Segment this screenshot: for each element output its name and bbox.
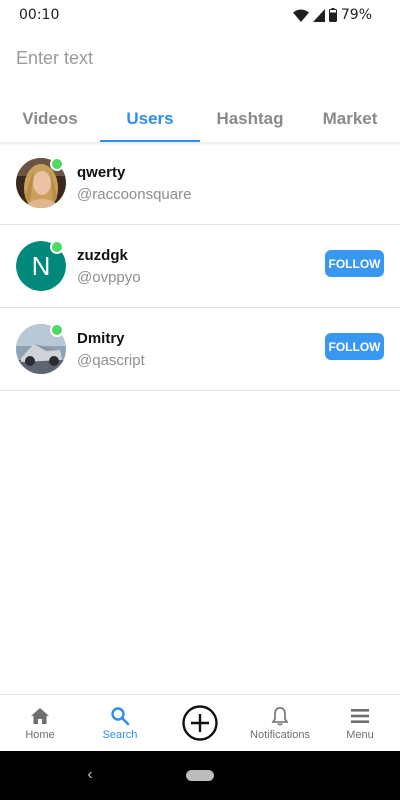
search-input[interactable] xyxy=(16,47,384,69)
nav-search[interactable]: Search xyxy=(80,695,160,751)
tab-market[interactable]: Market xyxy=(300,96,400,142)
online-indicator xyxy=(50,240,64,254)
tab-videos[interactable]: Videos xyxy=(0,96,100,142)
nav-label: Home xyxy=(25,728,55,741)
nav-label: Menu xyxy=(346,728,374,741)
system-navigation-bar: ‹ xyxy=(0,751,400,800)
user-handle: @ovppyo xyxy=(77,269,141,286)
search-box xyxy=(16,40,384,76)
user-name: Dmitry xyxy=(77,330,125,347)
search-icon xyxy=(110,706,130,726)
online-indicator xyxy=(50,323,64,337)
user-row[interactable]: qwerty @raccoonsquare xyxy=(0,142,400,225)
status-bar: 00:10 79% xyxy=(0,0,400,30)
user-row[interactable]: Dmitry @qascript FOLLOW xyxy=(0,308,400,391)
wifi-icon xyxy=(292,9,309,22)
user-handle: @raccoonsquare xyxy=(77,186,192,203)
signal-icon xyxy=(312,8,325,22)
battery-percent: 79% xyxy=(340,7,372,23)
user-row[interactable]: N zuzdgk @ovppyo FOLLOW xyxy=(0,225,400,308)
follow-button[interactable]: FOLLOW xyxy=(325,333,384,360)
nav-add[interactable] xyxy=(160,695,240,751)
add-circle-icon xyxy=(181,704,219,742)
back-icon[interactable]: ‹ xyxy=(80,765,100,785)
nav-menu[interactable]: Menu xyxy=(320,695,400,751)
battery-icon xyxy=(328,8,337,22)
bell-icon xyxy=(270,706,290,726)
nav-label: Search xyxy=(102,728,138,741)
user-handle: @qascript xyxy=(77,352,145,369)
follow-button[interactable]: FOLLOW xyxy=(325,250,384,277)
tab-hashtag[interactable]: Hashtag xyxy=(200,96,300,142)
status-time: 00:10 xyxy=(19,7,60,23)
online-indicator xyxy=(50,157,64,171)
tab-bar: Videos Users Hashtag Market xyxy=(0,96,400,142)
user-list: qwerty @raccoonsquare N zuzdgk @ovppyo F… xyxy=(0,142,400,391)
hamburger-menu-icon xyxy=(350,706,370,726)
home-pill-button[interactable] xyxy=(186,770,214,781)
bottom-nav: Home Search Notifications Menu xyxy=(0,694,400,751)
nav-home[interactable]: Home xyxy=(0,695,80,751)
nav-notifications[interactable]: Notifications xyxy=(240,695,320,751)
user-name: zuzdgk xyxy=(77,247,128,264)
nav-label: Notifications xyxy=(250,728,310,741)
tab-users[interactable]: Users xyxy=(100,96,200,142)
status-icons: 79% xyxy=(292,7,372,23)
home-icon xyxy=(30,706,50,726)
user-name: qwerty xyxy=(77,164,126,181)
